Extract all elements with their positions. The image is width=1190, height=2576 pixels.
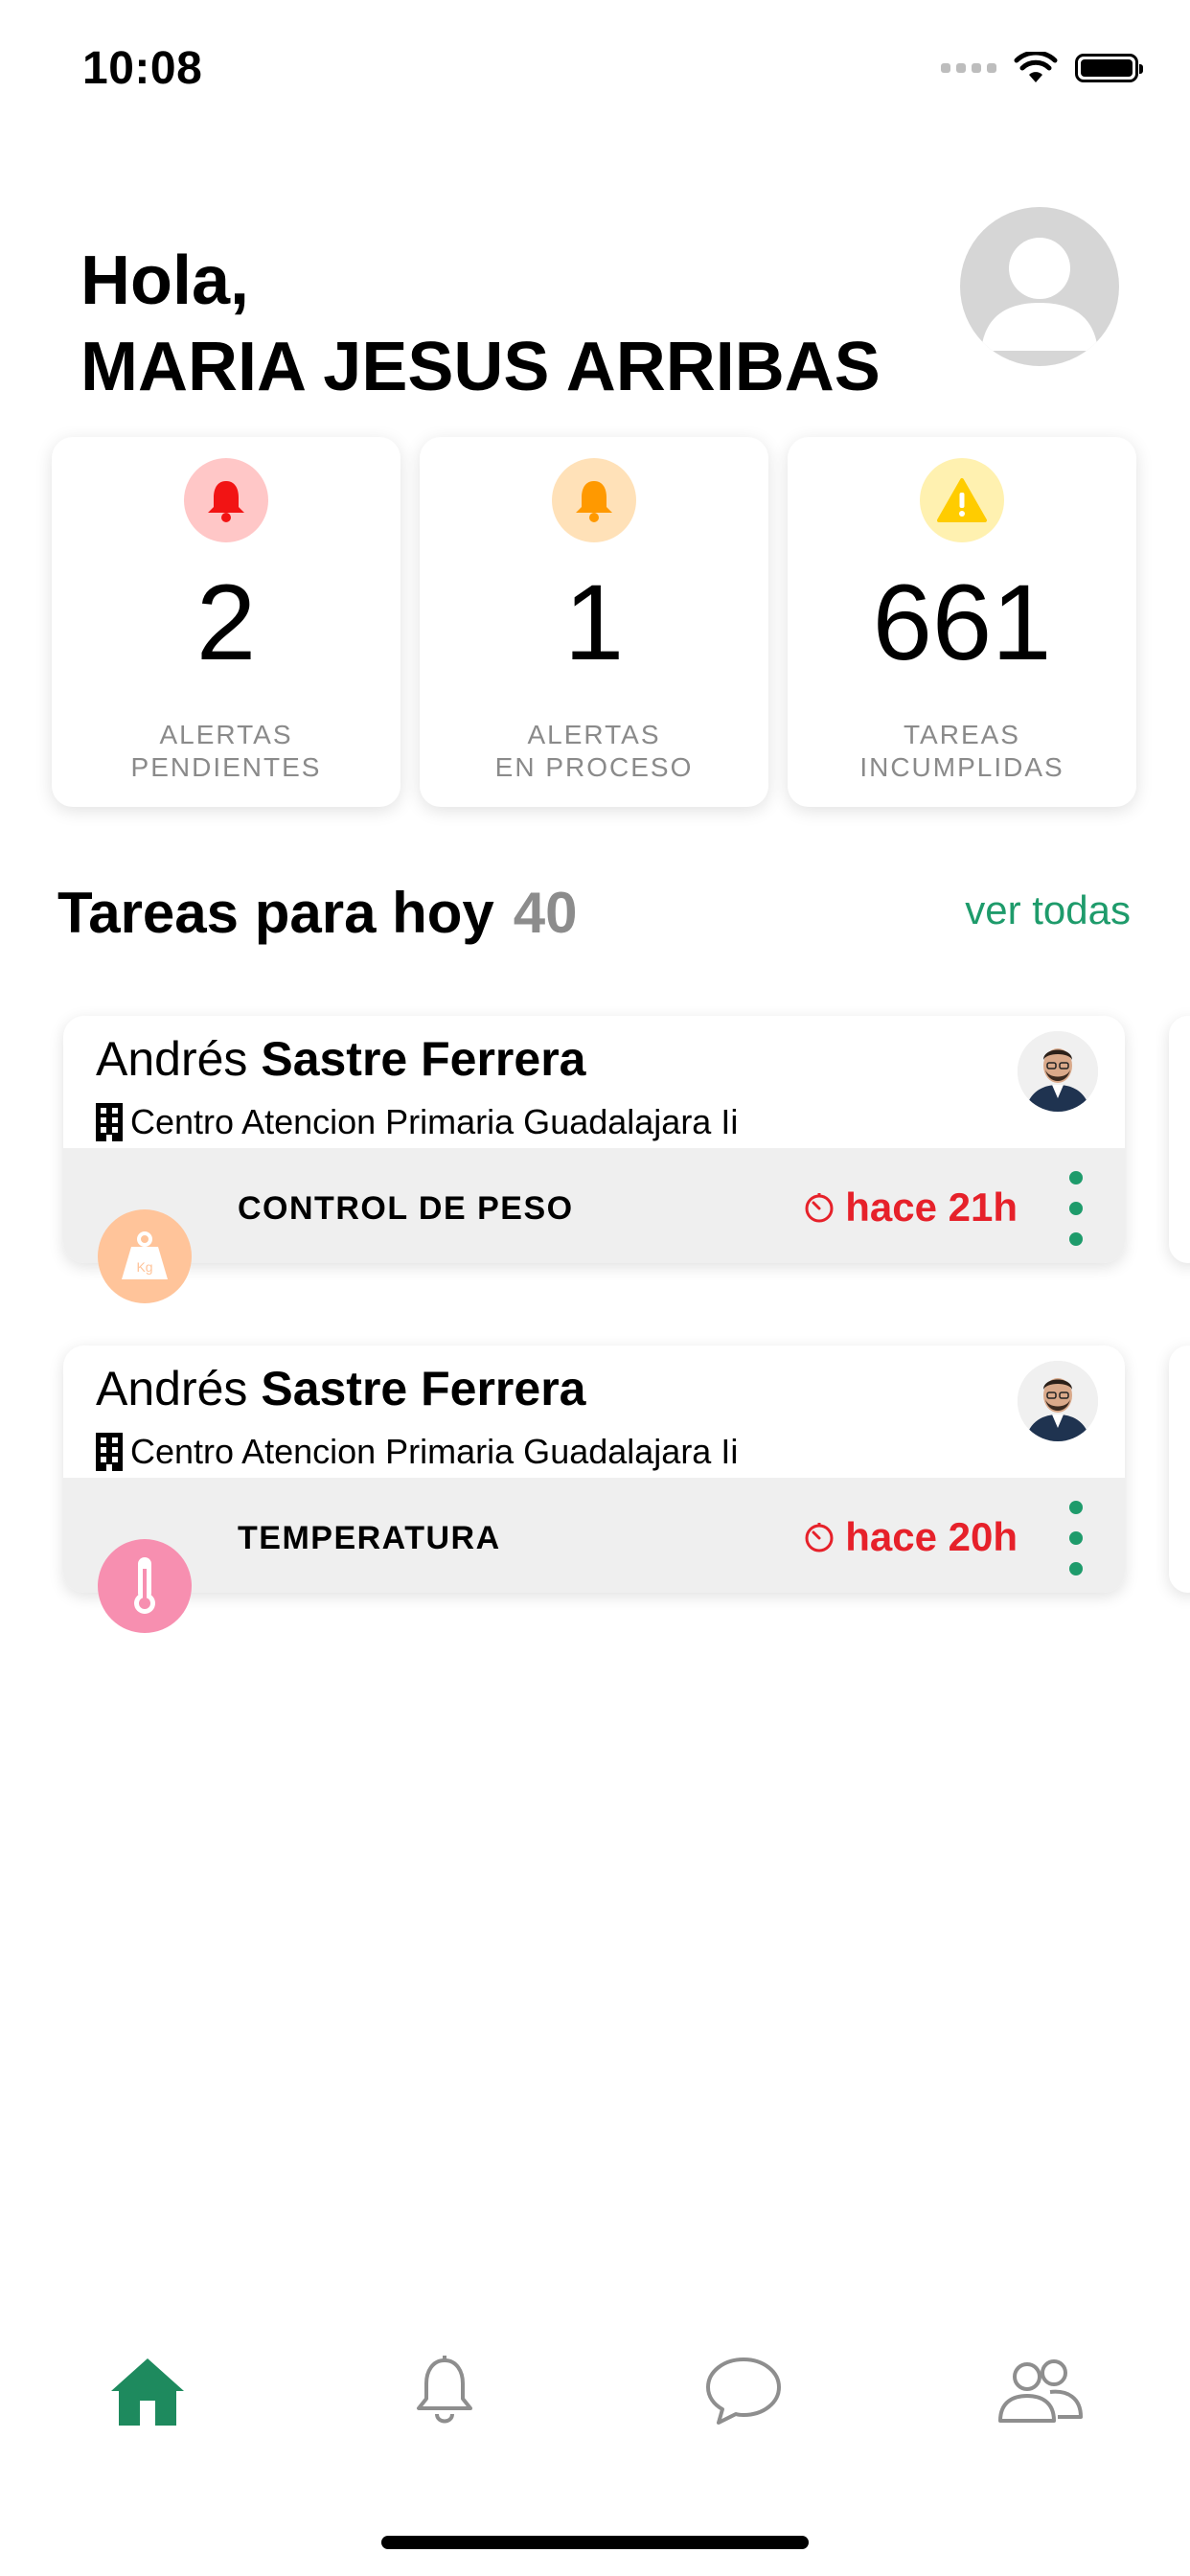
svg-text:Kg: Kg: [136, 1259, 152, 1275]
stat-label: TAREAS INCUMPLIDAS: [788, 719, 1136, 784]
patient-first-name: Andrés: [96, 1032, 248, 1086]
stat-label: ALERTAS EN PROCESO: [420, 719, 768, 784]
task-due: hace 21h: [803, 1184, 1018, 1230]
task-card[interactable]: Andrés Sastre Ferrera Centro Atencion Pr…: [63, 1346, 1125, 1593]
task-due-text: hace 20h: [845, 1514, 1018, 1559]
health-center: Centro Atencion Primaria Guadalajara Ii: [96, 1432, 738, 1472]
next-task-card-peek[interactable]: [1169, 1016, 1190, 1263]
more-options-icon[interactable]: [1069, 1171, 1083, 1246]
patient-name: Andrés Sastre Ferrera: [96, 1361, 585, 1416]
stat-label-line2: EN PROCESO: [494, 752, 694, 782]
stat-card-missed-tasks[interactable]: 661 TAREAS INCUMPLIDAS: [788, 437, 1136, 807]
health-center-name: Centro Atencion Primaria Guadalajara Ii: [130, 1102, 739, 1141]
tab-patients[interactable]: [993, 2348, 1088, 2434]
warning-icon: [920, 458, 1004, 542]
user-name: MARIA JESUS ARRIBAS: [80, 329, 881, 405]
greeting-hello: Hola,: [80, 242, 250, 319]
status-time: 10:08: [82, 43, 203, 94]
stat-value: 1: [563, 563, 625, 682]
stat-label: ALERTAS PENDIENTES: [52, 719, 400, 784]
task-due: hace 20h: [803, 1514, 1018, 1560]
stat-card-pending-alerts[interactable]: 2 ALERTAS PENDIENTES: [52, 437, 400, 807]
user-silhouette-icon: [981, 238, 1098, 351]
building-icon: [96, 1103, 123, 1141]
bell-icon: [552, 458, 636, 542]
next-task-card-peek[interactable]: [1169, 1346, 1190, 1593]
health-center-name: Centro Atencion Primaria Guadalajara Ii: [130, 1432, 739, 1471]
task-type: CONTROL DE PESO: [238, 1190, 574, 1227]
doctor-avatar: [1018, 1361, 1098, 1441]
signal-icon: [941, 63, 996, 73]
patient-name: Andrés Sastre Ferrera: [96, 1031, 585, 1087]
stat-label-line2: INCUMPLIDAS: [859, 752, 1064, 782]
section-title-text: Tareas para hoy: [57, 881, 494, 945]
task-detail-band: TEMPERATURA hace 20h: [63, 1478, 1125, 1593]
stat-value: 2: [195, 563, 257, 682]
bell-icon: [417, 2356, 472, 2424]
chat-bubble-icon: [706, 2358, 781, 2425]
home-indicator: [381, 2536, 809, 2549]
patient-first-name: Andrés: [96, 1362, 248, 1415]
more-options-icon[interactable]: [1069, 1501, 1083, 1576]
timer-icon: [805, 1523, 834, 1552]
wifi-icon: [1014, 52, 1058, 82]
stat-label-line1: ALERTAS: [527, 720, 661, 749]
task-card[interactable]: Andrés Sastre Ferrera Centro Atencion Pr…: [63, 1016, 1125, 1263]
doctor-avatar: [1018, 1031, 1098, 1112]
users-icon: [998, 2359, 1083, 2423]
task-due-text: hace 21h: [845, 1184, 1018, 1230]
patient-last-name: Sastre Ferrera: [261, 1362, 586, 1415]
section-count: 40: [513, 881, 578, 945]
status-icons: [941, 52, 1143, 84]
home-icon: [111, 2358, 184, 2426]
see-all-link[interactable]: ver todas: [965, 887, 1131, 933]
section-title: Tareas para hoy 40: [57, 880, 578, 946]
weight-kg-icon: Kg: [98, 1209, 192, 1303]
battery-icon: [1075, 54, 1143, 82]
timer-icon: [805, 1193, 834, 1223]
tab-home[interactable]: [100, 2348, 195, 2434]
stat-value: 661: [872, 563, 1052, 682]
tab-alerts[interactable]: [397, 2348, 492, 2434]
task-detail-band: CONTROL DE PESO hace 21h: [63, 1148, 1125, 1263]
stat-label-line1: TAREAS: [904, 720, 1020, 749]
patient-last-name: Sastre Ferrera: [261, 1032, 586, 1086]
bell-icon: [184, 458, 268, 542]
thermometer-icon: [98, 1539, 192, 1633]
tab-messages[interactable]: [696, 2348, 791, 2434]
building-icon: [96, 1433, 123, 1471]
stat-label-line1: ALERTAS: [159, 720, 293, 749]
profile-avatar[interactable]: [960, 207, 1119, 366]
stat-card-alerts-in-progress[interactable]: 1 ALERTAS EN PROCESO: [420, 437, 768, 807]
greeting: Hola, MARIA JESUS ARRIBAS: [80, 238, 881, 410]
stat-label-line2: PENDIENTES: [130, 752, 322, 782]
task-type: TEMPERATURA: [238, 1520, 501, 1556]
health-center: Centro Atencion Primaria Guadalajara Ii: [96, 1102, 738, 1142]
